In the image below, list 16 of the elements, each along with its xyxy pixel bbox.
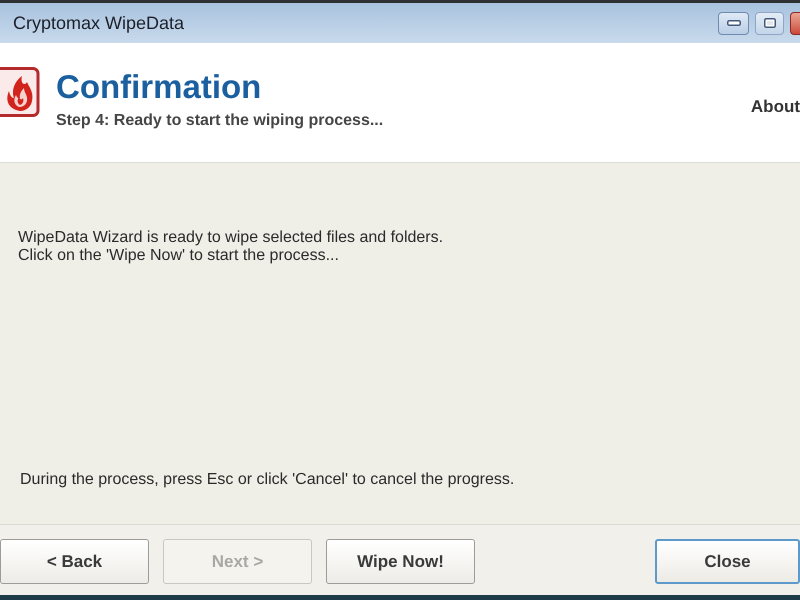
maximize-icon [764,18,776,28]
wizard-message: WipeData Wizard is ready to wipe selected files and folders. [18,229,444,247]
about-link[interactable]: About [750,97,800,117]
wizard-message: Click on the 'Wipe Now' to start the process... [18,247,339,265]
wizard-button[interactable]: < Back [0,539,149,584]
close-dialog-button[interactable]: Close [655,539,800,584]
instruction-note: During the process, press Esc or click 'Cancel' to cancel the progress. [20,470,514,490]
wizard-button[interactable]: Wipe Now! [326,539,475,584]
maximize-button[interactable] [755,12,784,34]
minimize-button[interactable] [718,12,749,34]
close-button[interactable] [790,12,800,34]
page-title: Confirmation [56,67,262,107]
flame-icon [0,67,40,117]
minimize-icon [726,20,740,26]
window-title: Cryptomax WipeData [13,12,184,35]
step-subtitle: Step 4: Ready to start the wiping process... [56,111,384,131]
